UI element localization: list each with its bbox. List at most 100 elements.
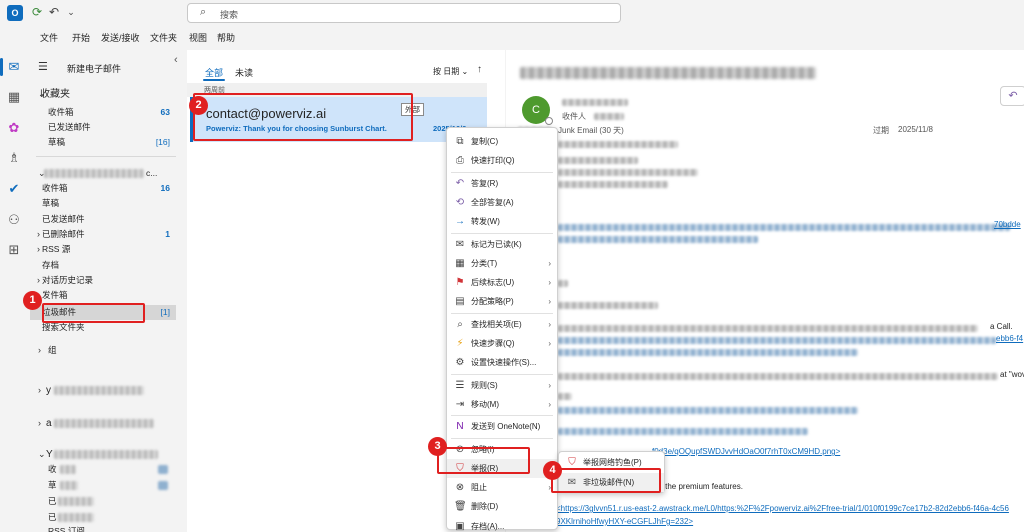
- tab-unread[interactable]: 未读: [235, 66, 253, 79]
- org-chart-icon[interactable]: ⚇: [5, 211, 23, 229]
- folder-item[interactable]: 草稿: [30, 196, 176, 211]
- rules-icon: ☰: [455, 379, 465, 391]
- presence-icon: [545, 117, 553, 125]
- chevron-right-icon: ›: [548, 278, 551, 288]
- folder-item[interactable]: › RSS 源: [30, 242, 176, 257]
- account-2-redacted: [54, 386, 144, 395]
- search-placeholder: 搜索: [220, 10, 239, 20]
- favorites-header[interactable]: ⌄ 收藏夹: [30, 87, 176, 102]
- context-menu-item[interactable]: ⚙ 设置快速操作(S)...: [447, 353, 557, 372]
- account-4-folder[interactable]: 草: [30, 478, 176, 493]
- sync-icon[interactable]: ⟳: [29, 4, 45, 20]
- context-menu-item[interactable]: ▦ 分类(T) ›: [447, 254, 557, 273]
- chevron-right-icon: ›: [548, 258, 551, 268]
- tab-all[interactable]: 全部: [205, 66, 223, 79]
- folder-item[interactable]: 收件箱 16: [30, 181, 176, 196]
- tab-underline: [203, 79, 225, 81]
- account-4-folder[interactable]: 已: [30, 494, 176, 509]
- context-menu-item[interactable]: ⟲ 全部答复(A): [447, 193, 557, 212]
- context-menu-item[interactable]: ▣ 存档(A)...: [447, 517, 557, 532]
- apps-icon[interactable]: ⊞: [5, 241, 23, 259]
- context-menu-item[interactable]: ⇥ 移动(M) ›: [447, 395, 557, 414]
- reply-all-icon: ⟲: [455, 196, 465, 208]
- customize-toolbar-icon[interactable]: ⌄: [63, 4, 79, 20]
- context-menu-item[interactable]: ⌕ 查找相关项(E) ›: [447, 315, 557, 334]
- favorite-sent[interactable]: 已发送邮件: [30, 120, 176, 135]
- menu-folder[interactable]: 文件夹: [150, 31, 177, 44]
- folder-label: 已删除邮件: [42, 229, 85, 239]
- mark-read-icon: ✉: [455, 238, 465, 250]
- context-menu-label: 后续标志(U): [471, 278, 515, 288]
- folder-item[interactable]: 已发送邮件: [30, 212, 176, 227]
- menu-send-receive[interactable]: 发送/接收: [101, 31, 140, 44]
- account-2-header[interactable]: › y: [30, 383, 176, 398]
- context-menu-item[interactable]: ⚡ 快速步骤(Q) ›: [447, 334, 557, 353]
- forward-icon: →: [455, 216, 465, 228]
- context-menu-item[interactable]: ⎙ 快速打印(Q): [447, 151, 557, 170]
- title-bar: O ⟳ ↶ ⌄ ⌕ 搜索: [0, 0, 1024, 26]
- chevron-right-icon: ›: [37, 229, 40, 239]
- chevron-right-icon: ›: [548, 399, 551, 409]
- context-menu-item[interactable]: ▤ 分配策略(P) ›: [447, 292, 557, 311]
- account-header[interactable]: ⌄ c...: [30, 166, 176, 181]
- reply-icon[interactable]: ↶: [1000, 86, 1024, 106]
- account-4-folder[interactable]: RSS 订阅: [30, 524, 176, 532]
- folder-item[interactable]: › 对话历史记录: [30, 273, 176, 288]
- junk-retention-note: Junk Email (30 天): [558, 126, 624, 135]
- favorite-inbox[interactable]: 收件箱 63: [30, 105, 176, 120]
- account-4-header[interactable]: ⌄ Y: [30, 447, 176, 462]
- expiry-date: 2025/11/8: [898, 125, 933, 134]
- context-menu-item[interactable]: ☰ 规则(S) ›: [447, 376, 557, 395]
- sort-direction-icon[interactable]: ↑: [477, 64, 482, 75]
- account-4-folder[interactable]: 已: [30, 510, 176, 525]
- context-menu-item[interactable]: ⧉ 复制(C): [447, 132, 557, 151]
- menu-icon[interactable]: ☰: [38, 60, 48, 73]
- menu-help[interactable]: 帮助: [217, 31, 235, 44]
- context-menu-label: 分类(T): [471, 258, 498, 268]
- folder-label: 收件箱: [42, 183, 68, 193]
- context-menu-label: 阻止: [471, 483, 487, 493]
- menu-view[interactable]: 视图: [189, 31, 207, 44]
- context-menu-item[interactable]: 🗑 删除(D): [447, 497, 557, 516]
- menu-home[interactable]: 开始: [72, 31, 90, 44]
- context-menu-item[interactable]: ⚑ 后续标志(U) ›: [447, 273, 557, 292]
- folder-item[interactable]: › 已删除邮件 1: [30, 227, 176, 242]
- calendar-icon[interactable]: ▦: [5, 88, 23, 106]
- chevron-right-icon: ›: [548, 380, 551, 390]
- folder-item[interactable]: 发件箱: [30, 288, 176, 303]
- delete-icon: 🗑: [454, 501, 467, 513]
- menu-separator: [451, 373, 553, 375]
- context-menu-label: 设置快速操作(S)...: [471, 358, 537, 368]
- sort-by-date[interactable]: 按 日期 ⌄: [433, 66, 468, 77]
- context-menu-item[interactable]: → 转发(W): [447, 212, 557, 231]
- favorite-drafts[interactable]: 草稿 [16]: [30, 135, 176, 150]
- context-menu-item[interactable]: N 发送到 OneNote(N): [447, 417, 557, 436]
- copilot-icon[interactable]: ✿: [5, 119, 23, 137]
- folder-item[interactable]: 存档: [30, 258, 176, 273]
- context-menu-item[interactable]: ✉ 标记为已读(K): [447, 235, 557, 254]
- menu-file[interactable]: 文件: [40, 31, 58, 44]
- collapse-pane-icon[interactable]: ‹: [174, 54, 178, 66]
- message-title-redacted: [520, 67, 816, 79]
- new-mail-button[interactable]: 新建电子邮件: [67, 62, 121, 75]
- chevron-right-icon: ›: [548, 319, 551, 329]
- archive-icon: ▣: [455, 520, 465, 532]
- folder-label: 草稿: [42, 198, 60, 208]
- chevron-right-icon: ›: [548, 297, 551, 307]
- search-input[interactable]: ⌕ 搜索: [187, 3, 621, 23]
- account-3-header[interactable]: › a: [30, 416, 176, 431]
- mail-icon[interactable]: ✉: [5, 58, 23, 76]
- context-menu-label: 转发(W): [471, 217, 500, 227]
- expiry-label: 过期: [873, 126, 889, 135]
- sender-redacted: [562, 99, 628, 106]
- people-icon[interactable]: ♗: [5, 149, 23, 167]
- context-menu-item[interactable]: ↶ 答复(R): [447, 174, 557, 193]
- context-menu-label: 分配策略(P): [471, 297, 514, 307]
- groups-header[interactable]: › 组: [30, 343, 176, 358]
- context-menu-label: 删除(D): [471, 502, 499, 512]
- context-menu-item[interactable]: ⊗ 阻止 ›: [447, 478, 557, 497]
- account-4-folder[interactable]: 收: [30, 462, 176, 477]
- todo-icon[interactable]: ✔: [5, 180, 23, 198]
- menu-separator: [451, 415, 553, 417]
- undo-icon[interactable]: ↶: [46, 4, 62, 20]
